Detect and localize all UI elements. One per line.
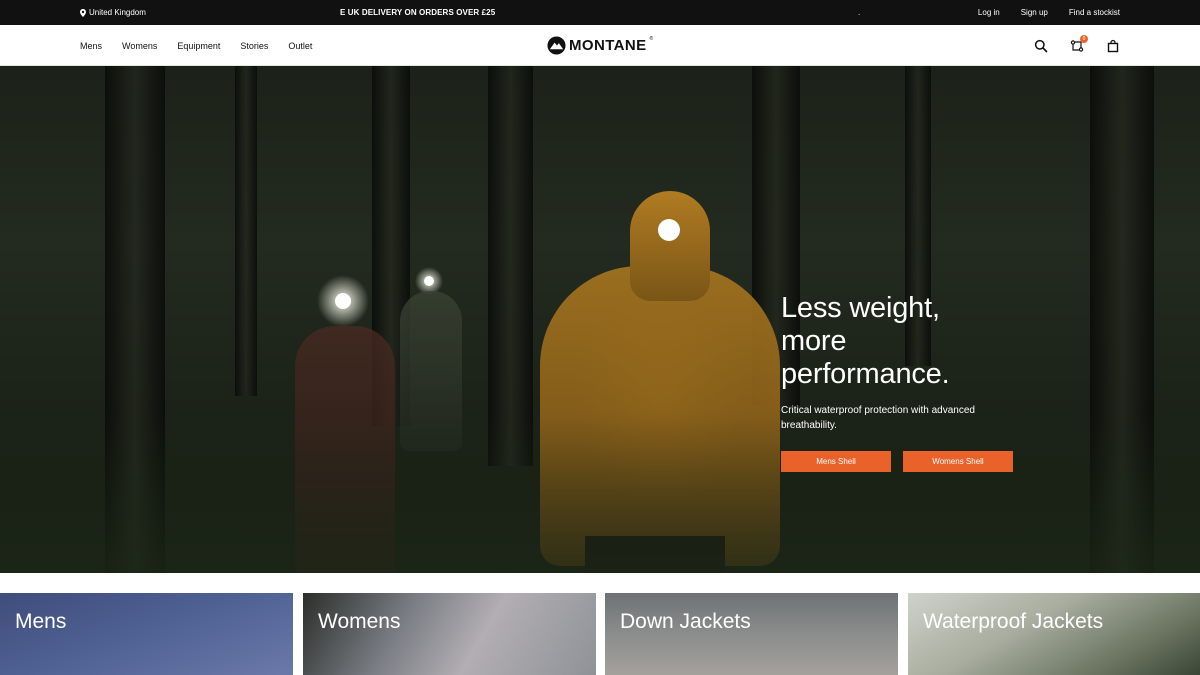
hero-cta-group: Mens Shell Womens Shell [781, 451, 1041, 472]
hiker-hood [630, 191, 710, 301]
registered-mark: ® [649, 36, 654, 42]
womens-shell-button[interactable]: Womens Shell [903, 451, 1013, 472]
search-button[interactable] [1034, 39, 1048, 53]
mens-shell-button[interactable]: Mens Shell [781, 451, 891, 472]
category-tile-womens[interactable]: Womens [303, 593, 596, 675]
category-tile-down-jackets[interactable]: Down Jackets [605, 593, 898, 675]
hero-copy: Less weight, more performance. Critical … [781, 292, 1041, 472]
tree-trunk [235, 66, 257, 396]
promo-message: E UK DELIVERY ON ORDERS OVER £25 [340, 8, 496, 17]
bag-icon [1107, 39, 1119, 52]
announcement-bar: United Kingdom E UK DELIVERY ON ORDERS O… [0, 0, 1200, 25]
main-nav: Mens Womens Equipment Stories Outlet MON… [0, 25, 1200, 66]
nav-item-womens[interactable]: Womens [122, 41, 157, 51]
compare-button[interactable]: 0 [1070, 34, 1088, 53]
headlamp-glow [424, 276, 434, 286]
compare-count-badge: 0 [1080, 34, 1088, 43]
category-tile-label: Mens [15, 610, 67, 633]
primary-menu: Mens Womens Equipment Stories Outlet [80, 25, 312, 66]
nav-item-mens[interactable]: Mens [80, 41, 102, 51]
category-tile-label: Womens [318, 610, 401, 633]
category-tile-mens[interactable]: Mens [0, 593, 293, 675]
search-icon [1034, 39, 1048, 52]
signup-link[interactable]: Sign up [1021, 8, 1048, 17]
nav-item-outlet[interactable]: Outlet [288, 41, 312, 51]
login-link[interactable]: Log in [978, 8, 1000, 17]
nav-item-equipment[interactable]: Equipment [177, 41, 220, 51]
find-stockist-link[interactable]: Find a stockist [1069, 8, 1120, 17]
mountain-logo-icon [547, 35, 566, 55]
location-pin-icon [80, 8, 86, 17]
headline-line: more [781, 325, 847, 357]
region-label: United Kingdom [89, 8, 146, 17]
hero-subtext: Critical waterproof protection with adva… [781, 405, 975, 431]
hero-banner: Less weight, more performance. Critical … [0, 66, 1200, 573]
category-tiles: Mens Womens Down Jackets Waterproof Jack… [0, 593, 1200, 675]
nav-item-stories[interactable]: Stories [240, 41, 268, 51]
category-tile-label: Waterproof Jackets [923, 610, 1104, 633]
carousel-dot: . [858, 8, 861, 17]
headline-line: Less weight, [781, 292, 940, 324]
nav-icons: 0 [1034, 25, 1120, 66]
category-tile-waterproof-jackets[interactable]: Waterproof Jackets [908, 593, 1200, 675]
headlamp-glow [335, 293, 351, 309]
category-tile-label: Down Jackets [620, 610, 751, 633]
brand-wordmark: MONTANE [569, 36, 647, 54]
headlamp-glow [658, 219, 680, 241]
brand-logo[interactable]: MONTANE ® [547, 35, 653, 55]
account-links: Log in Sign up Find a stockist [978, 0, 1120, 25]
tree-trunk [488, 66, 533, 466]
region-selector[interactable]: United Kingdom [80, 0, 146, 25]
hero-headline: Less weight, more performance. [781, 292, 1041, 391]
headline-line: performance. [781, 358, 950, 390]
bag-button[interactable] [1106, 39, 1120, 53]
